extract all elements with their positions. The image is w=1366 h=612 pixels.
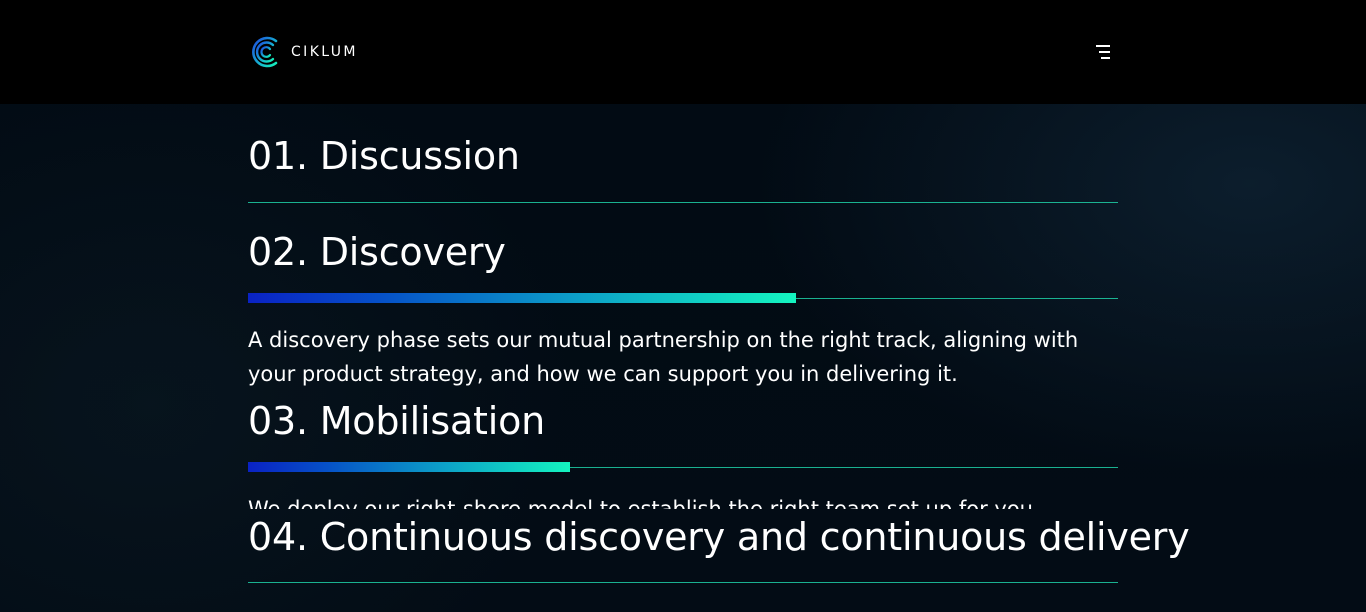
step-mobilisation[interactable]: 03. Mobilisation We deploy our right-sho…	[248, 398, 1118, 509]
hamburger-menu-icon	[1096, 45, 1110, 59]
ciklum-logo-link[interactable]: CIKLUM	[248, 34, 358, 70]
step-progress-bar	[248, 293, 796, 303]
step-divider	[248, 582, 1118, 583]
top-navigation-bar: CIKLUM	[0, 0, 1366, 104]
step-discovery[interactable]: 02. Discovery A discovery phase sets our…	[248, 229, 1118, 389]
step-description: A discovery phase sets our mutual partne…	[248, 328, 1079, 386]
menu-button[interactable]	[1092, 40, 1116, 64]
step-discussion[interactable]: 01. Discussion	[248, 133, 1118, 203]
step-title[interactable]: 04. Continuous discovery and continuous …	[248, 514, 1190, 560]
step-title[interactable]: 03. Mobilisation	[248, 398, 1118, 444]
step-title[interactable]: 01. Discussion	[248, 133, 1118, 179]
brand-name: CIKLUM	[291, 44, 358, 60]
ciklum-logo-icon	[252, 36, 278, 68]
step-continuous-delivery[interactable]: 04. Continuous discovery and continuous …	[248, 514, 1190, 584]
process-steps-section: 01. Discussion 02. Discovery A discovery…	[0, 104, 1366, 612]
step-title[interactable]: 02. Discovery	[248, 229, 1118, 275]
step-description: We deploy our right-shore model to estab…	[248, 497, 1040, 509]
step-divider	[248, 202, 1118, 203]
step-progress-bar	[248, 462, 570, 472]
